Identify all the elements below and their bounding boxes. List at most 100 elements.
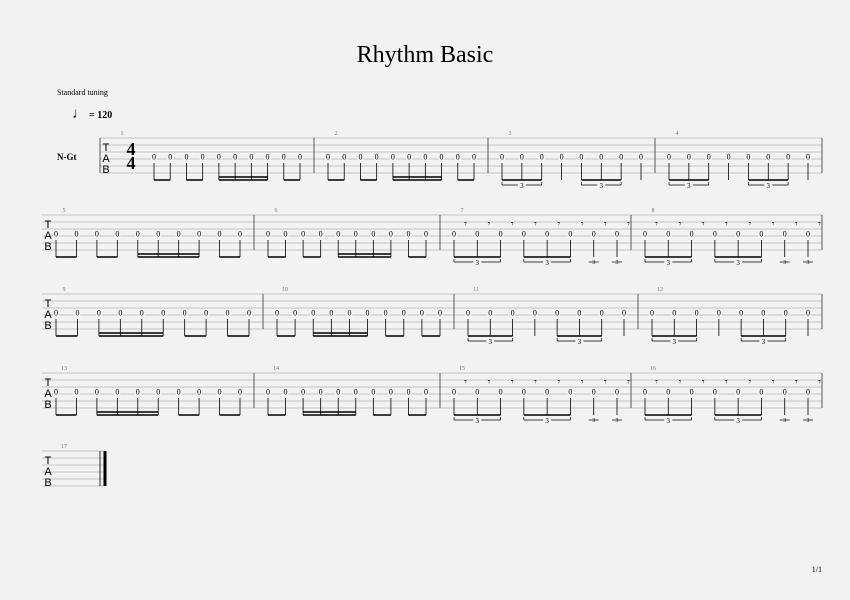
- fret-number: 0: [713, 388, 717, 397]
- fret-number: 0: [579, 153, 583, 162]
- fret-number: 0: [319, 388, 323, 397]
- fret-number: 0: [533, 309, 537, 318]
- fret-number: 0: [201, 153, 205, 162]
- fret-number: 0: [806, 388, 810, 397]
- fret-number: 0: [389, 388, 393, 397]
- measure-number: 2: [335, 131, 338, 137]
- fret-number: 0: [74, 388, 78, 397]
- measure-number: 10: [282, 287, 288, 293]
- measure-number: 3: [509, 131, 512, 137]
- tab-clef-letter: B: [44, 241, 51, 253]
- fret-number: 0: [54, 230, 58, 239]
- fret-number: 0: [136, 388, 140, 397]
- eighth-rest-icon: 𝄾: [511, 377, 514, 388]
- fret-number: 0: [619, 153, 623, 162]
- fret-number: 0: [500, 153, 504, 162]
- fret-number: 0: [161, 309, 165, 318]
- fret-number: 0: [568, 230, 572, 239]
- fret-number: 0: [152, 153, 156, 162]
- fret-number: 0: [293, 309, 297, 318]
- fret-number: 0: [592, 388, 596, 397]
- fret-number: 0: [545, 388, 549, 397]
- measure-number: 15: [459, 366, 465, 372]
- tuplet-number: 3: [762, 338, 766, 346]
- fret-number: 0: [375, 153, 379, 162]
- fret-number: 0: [118, 309, 122, 318]
- fret-number: 0: [347, 309, 351, 318]
- fret-number: 0: [420, 309, 424, 318]
- fret-number: 0: [707, 153, 711, 162]
- fret-number: 0: [226, 309, 230, 318]
- fret-number: 0: [600, 309, 604, 318]
- tuplet-number: 3: [736, 259, 740, 267]
- tuplet-number: 3: [736, 417, 740, 425]
- eighth-rest-icon: 𝄾: [627, 219, 630, 230]
- fret-number: 0: [615, 230, 619, 239]
- fret-number: 0: [177, 230, 181, 239]
- fret-number: 0: [784, 309, 788, 318]
- fret-number: 0: [54, 388, 58, 397]
- fret-number: 0: [336, 230, 340, 239]
- fret-number: 0: [666, 388, 670, 397]
- eighth-rest-icon: 𝄾: [772, 219, 775, 230]
- fret-number: 0: [197, 388, 201, 397]
- eighth-rest-icon: 𝄾: [604, 219, 607, 230]
- fret-number: 0: [736, 230, 740, 239]
- fret-number: 0: [247, 309, 251, 318]
- fret-number: 0: [456, 153, 460, 162]
- tuplet-number: 3: [520, 182, 524, 190]
- tuplet-number: 3: [667, 259, 671, 267]
- fret-number: 0: [622, 309, 626, 318]
- eighth-rest-icon: 𝄾: [702, 377, 705, 388]
- fret-number: 0: [424, 230, 428, 239]
- fret-number: 0: [452, 230, 456, 239]
- score-page: Rhythm Basic Standard tuning ♩ = 120 N-Gt…: [0, 0, 850, 600]
- fret-number: 0: [736, 388, 740, 397]
- eighth-rest-icon: 𝄾: [534, 219, 537, 230]
- eighth-rest-icon: 𝄾: [488, 377, 491, 388]
- tab-clef-letter: B: [44, 320, 51, 332]
- fret-number: 0: [717, 309, 721, 318]
- fret-number: 0: [371, 388, 375, 397]
- tablature-score: TAB4410 0 0 0 0 0 0 0 0 020 0 0 0 0 0 0 0 0 030 0 030 0 0 03040…: [42, 131, 823, 489]
- fret-number: 0: [156, 388, 160, 397]
- fret-number: 0: [746, 153, 750, 162]
- fret-number: 0: [472, 153, 476, 162]
- fret-number: 0: [806, 153, 810, 162]
- fret-number: 0: [301, 388, 305, 397]
- measure-number: 12: [657, 287, 663, 293]
- fret-number: 0: [407, 153, 411, 162]
- measure-number: 11: [473, 287, 479, 293]
- fret-number: 0: [545, 230, 549, 239]
- eighth-rest-icon: 𝄾: [534, 377, 537, 388]
- fret-number: 0: [95, 230, 99, 239]
- tuplet-number: 3: [592, 418, 595, 424]
- fret-number: 0: [366, 309, 370, 318]
- fret-number: 0: [115, 388, 119, 397]
- fret-number: 0: [97, 309, 101, 318]
- fret-number: 0: [499, 388, 503, 397]
- fret-number: 0: [249, 153, 253, 162]
- fret-number: 0: [475, 388, 479, 397]
- fret-number: 0: [739, 309, 743, 318]
- measure-number: 16: [650, 366, 656, 372]
- fret-number: 0: [406, 388, 410, 397]
- fret-number: 0: [391, 153, 395, 162]
- eighth-rest-icon: 𝄾: [818, 377, 821, 388]
- tuplet-number: 3: [673, 338, 677, 346]
- fret-number: 0: [284, 230, 288, 239]
- fret-number: 0: [74, 230, 78, 239]
- fret-number: 0: [342, 153, 346, 162]
- measure-number: 7: [461, 208, 464, 214]
- fret-number: 0: [520, 153, 524, 162]
- tuplet-number: 3: [687, 182, 691, 190]
- eighth-rest-icon: 𝄾: [795, 377, 798, 388]
- fret-number: 0: [759, 230, 763, 239]
- fret-number: 0: [358, 153, 362, 162]
- eighth-rest-icon: 𝄾: [511, 219, 514, 230]
- measure-number: 13: [61, 366, 67, 372]
- fret-number: 0: [95, 388, 99, 397]
- fret-number: 0: [440, 153, 444, 162]
- fret-number: 0: [522, 230, 526, 239]
- tab-clef-letter: B: [44, 477, 51, 489]
